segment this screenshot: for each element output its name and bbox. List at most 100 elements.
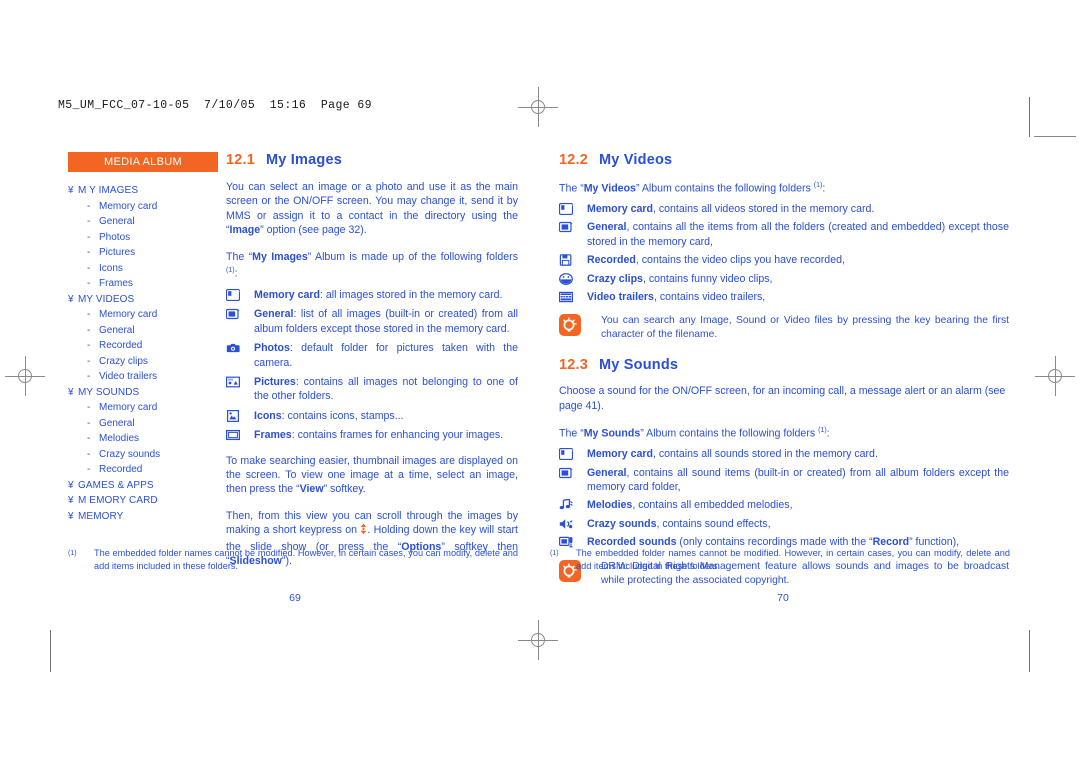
bullet-arrow-icon: ¥ <box>68 293 74 305</box>
folder-row-frames: Frames: contains frames for enhancing yo… <box>226 428 518 442</box>
sidebar-item-label: MY VIDEOS <box>78 293 135 305</box>
folder-name: Memory card <box>254 288 320 301</box>
general-folder-icon <box>559 221 573 233</box>
frames-icon <box>226 429 240 441</box>
toc-list: ¥ M Y IMAGES - Memory card - General - Photo… <box>68 183 218 524</box>
sidebar-item-label: M EMORY CARD <box>78 495 158 506</box>
folder-name: Photos <box>254 342 290 355</box>
my-videos-term: My Videos <box>583 182 636 195</box>
sidebar-item-sounds-general[interactable]: - General <box>68 416 218 432</box>
folder-desc: , contains funny video clips, <box>642 272 773 285</box>
sidebar-item-videos-video-trailers[interactable]: - Video trailers <box>68 369 218 385</box>
sidebar-item-sounds-crazy-sounds[interactable]: - Crazy sounds <box>68 447 218 463</box>
dash-icon: - <box>87 278 91 289</box>
sidebar-item-label: Recorded <box>99 464 143 475</box>
sidebar-toc: MEDIA ALBUM ¥ M Y IMAGES - Memory card - Ge… <box>68 152 218 524</box>
sidebar-item-memory-card[interactable]: ¥ M EMORY CARD <box>68 493 218 509</box>
folder-name: Crazy sounds <box>587 517 657 530</box>
folder-desc: , contains all the items from all the fo… <box>587 221 1009 248</box>
section-number: 12.1 <box>226 152 256 168</box>
sidebar-item-my-sounds[interactable]: ¥ MY SOUNDS <box>68 385 218 401</box>
section-number: 12.2 <box>559 152 589 168</box>
sidebar-item-videos-crazy-clips[interactable]: - Crazy clips <box>68 354 218 370</box>
footnote-text: The embedded folder names cannot be modi… <box>576 548 1010 571</box>
sidebar-item-images-memory-card[interactable]: - Memory card <box>68 199 218 215</box>
folder-desc: : all images stored in the memory card. <box>319 288 503 301</box>
sidebar-item-sounds-recorded[interactable]: - Recorded <box>68 462 218 478</box>
folder-desc: , contains all videos stored in the memo… <box>652 202 875 215</box>
folder-name: Icons <box>254 409 282 422</box>
bullet-arrow-icon: ¥ <box>68 495 74 506</box>
media-album-tab[interactable]: MEDIA ALBUM <box>68 152 218 172</box>
dash-icon: - <box>87 433 91 444</box>
sound-folder-row-memory-card: Memory card, contains all sounds stored … <box>559 447 1009 461</box>
sidebar-item-my-videos[interactable]: ¥ MY VIDEOS <box>68 292 218 308</box>
bullet-arrow-icon: ¥ <box>68 479 74 491</box>
folder-name: Frames <box>254 429 292 442</box>
sidebar-item-memory[interactable]: ¥ MEMORY <box>68 509 218 525</box>
folder-desc: : contains frames for enhancing your ima… <box>291 429 504 442</box>
dash-icon: - <box>87 355 91 367</box>
video-folder-row-memory-card: Memory card, contains all videos stored … <box>559 202 1009 216</box>
sidebar-item-videos-general[interactable]: - General <box>68 323 218 339</box>
crazy-clips-icon <box>559 272 573 285</box>
sidebar-item-images-pictures[interactable]: - Pictures <box>68 245 218 261</box>
sidebar-item-label: General <box>99 417 135 429</box>
search-tip-box: You can search any Image, Sound or Video… <box>559 314 1009 342</box>
sidebar-item-videos-memory-card[interactable]: - Memory card <box>68 307 218 323</box>
my-images-term: My Images <box>252 250 308 263</box>
folder-row-icons: Icons: contains icons, stamps... <box>226 409 518 423</box>
section-heading-my-images: 12.1 My Images <box>226 152 518 168</box>
my-videos-lead: The “My Videos” Album contains the follo… <box>559 182 826 195</box>
folder-desc: , contains all sounds stored in the memo… <box>652 448 878 461</box>
sidebar-item-label: Memory card <box>99 200 158 212</box>
section-title: My Videos <box>599 152 673 168</box>
footnote-ref: (1) <box>813 182 823 189</box>
bullet-arrow-icon: ¥ <box>68 185 74 196</box>
sidebar-item-images-general[interactable]: - General <box>68 214 218 230</box>
folder-name: Crazy clips <box>587 272 643 285</box>
folder-desc: : default folder for pictures taken with… <box>254 342 518 369</box>
folder-name: General <box>254 308 294 321</box>
folder-desc: : list of all images (built-in or create… <box>254 308 518 335</box>
section-number: 12.3 <box>559 357 589 374</box>
right-page-footnote: (1) The embedded folder names cannot be … <box>550 547 1010 573</box>
my-images-folders-lead: The “My Images” Album is made up of the … <box>226 250 518 280</box>
sidebar-item-sounds-memory-card[interactable]: - Memory card <box>68 400 218 416</box>
view-softkey-term: View <box>299 483 324 496</box>
sidebar-item-videos-recorded[interactable]: - Recorded <box>68 338 218 354</box>
sidebar-item-label: Melodies <box>99 433 140 444</box>
footnote-ref: (1) <box>226 267 235 275</box>
sidebar-item-label: Pictures <box>99 247 136 258</box>
memory-card-icon <box>559 202 573 215</box>
my-sounds-intro: Choose a sound for the ON/OFF screen, fo… <box>559 385 1006 412</box>
dash-icon: - <box>87 216 91 227</box>
dash-icon: - <box>87 231 91 243</box>
sidebar-item-sounds-melodies[interactable]: - Melodies <box>68 431 218 447</box>
sidebar-item-label: Frames <box>99 278 133 289</box>
sidebar-item-images-icons[interactable]: - Icons <box>68 261 218 277</box>
general-folder-icon <box>226 308 240 320</box>
bullet-arrow-icon: ¥ <box>68 386 74 398</box>
section-heading-my-videos: 12.2 My Videos <box>559 152 1009 168</box>
tip-lightbulb-icon <box>559 314 581 337</box>
folder-name: General <box>587 466 627 479</box>
sidebar-item-images-photos[interactable]: - Photos <box>68 230 218 246</box>
sidebar-item-label: Photos <box>99 231 131 243</box>
page-number-right: 70 <box>777 592 789 604</box>
footnote-marker: (1) <box>68 550 77 557</box>
memory-card-icon <box>559 448 573 461</box>
sidebar-item-games-apps[interactable]: ¥ GAMES & APPS <box>68 478 218 494</box>
dash-icon: - <box>87 417 91 429</box>
sidebar-item-images-frames[interactable]: - Frames <box>68 276 218 292</box>
sidebar-item-my-images[interactable]: ¥ M Y IMAGES <box>68 183 218 199</box>
sidebar-item-label: MEMORY <box>78 510 124 522</box>
bullet-arrow-icon: ¥ <box>68 510 74 522</box>
general-folder-icon <box>559 467 573 479</box>
my-sounds-term: My Sounds <box>583 427 641 440</box>
dash-icon: - <box>87 371 91 382</box>
dash-icon: - <box>87 200 91 212</box>
sidebar-item-label: Memory card <box>99 402 158 413</box>
my-sounds-lead: The “My Sounds” Album contains the follo… <box>559 427 830 440</box>
right-page: 12.2 My Videos The “My Videos” Album cont… <box>540 0 1080 763</box>
